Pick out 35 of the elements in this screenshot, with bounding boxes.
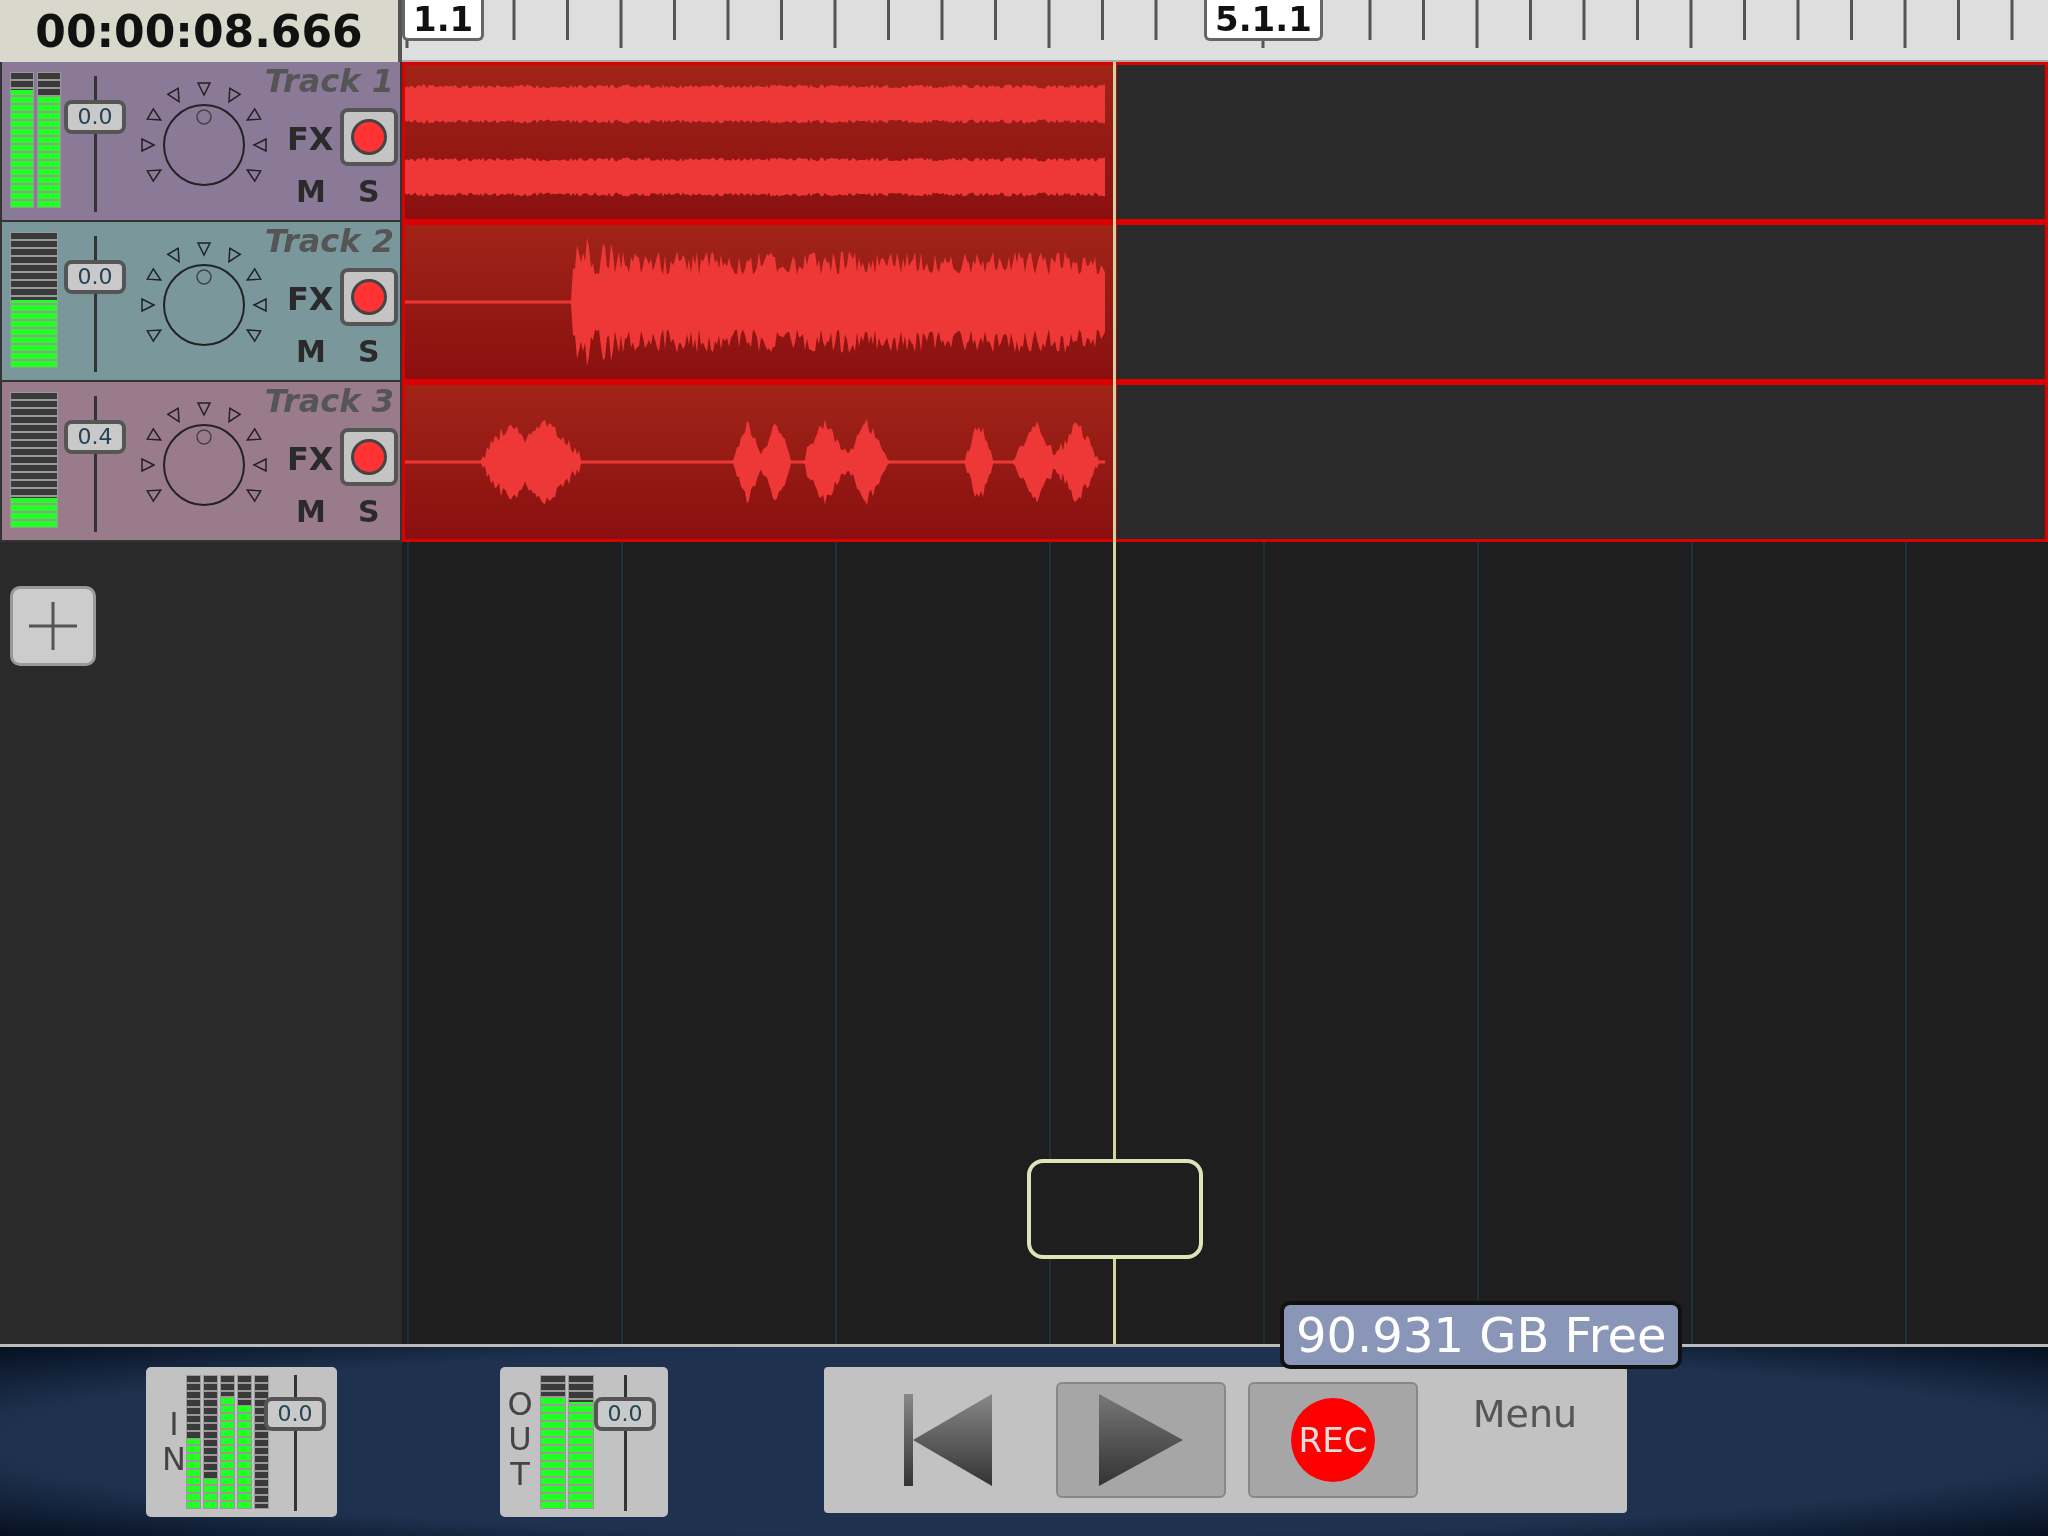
- volume-readout[interactable]: 0.0: [594, 1397, 656, 1431]
- fx-button[interactable]: FX: [287, 280, 334, 318]
- menu-button[interactable]: Menu: [1440, 1382, 1610, 1498]
- record-arm-button[interactable]: [340, 428, 398, 486]
- solo-button[interactable]: S: [358, 334, 380, 369]
- track-name: Track 2: [264, 222, 394, 260]
- ruler-marker[interactable]: 1.1: [402, 0, 485, 41]
- output-label: OUT: [506, 1387, 534, 1493]
- play-icon: [1099, 1394, 1183, 1486]
- time-display: 00:00:08.666: [0, 0, 402, 62]
- volume-readout[interactable]: 0.0: [264, 1397, 326, 1431]
- skip-back-icon: [904, 1394, 994, 1486]
- fx-button[interactable]: FX: [287, 120, 334, 158]
- track-name: Track 1: [264, 62, 394, 100]
- record-arm-button[interactable]: [340, 268, 398, 326]
- volume-readout[interactable]: 0.0: [64, 260, 126, 294]
- track-name: Track 3: [264, 382, 394, 420]
- ruler-marker[interactable]: 5.1.1: [1204, 0, 1323, 41]
- solo-button[interactable]: S: [358, 174, 380, 209]
- volume-readout[interactable]: 0.4: [64, 420, 126, 454]
- fx-button[interactable]: FX: [287, 440, 334, 478]
- playhead-handle[interactable]: [1027, 1159, 1203, 1259]
- storage-badge: 90.931 GB Free: [1280, 1301, 1683, 1369]
- mute-button[interactable]: M: [296, 494, 326, 529]
- play-button[interactable]: [1056, 1382, 1226, 1498]
- mute-button[interactable]: M: [296, 334, 326, 369]
- solo-button[interactable]: S: [358, 494, 380, 529]
- mute-button[interactable]: M: [296, 174, 326, 209]
- volume-readout[interactable]: 0.0: [64, 100, 126, 134]
- input-label: IN: [161, 1407, 187, 1478]
- timeline-ruler[interactable]: 1.1 5.1.1: [402, 0, 2048, 62]
- add-track-button[interactable]: [10, 586, 96, 666]
- record-button[interactable]: REC: [1248, 1382, 1418, 1498]
- record-arm-button[interactable]: [340, 108, 398, 166]
- playhead-line[interactable]: [1113, 62, 1116, 1344]
